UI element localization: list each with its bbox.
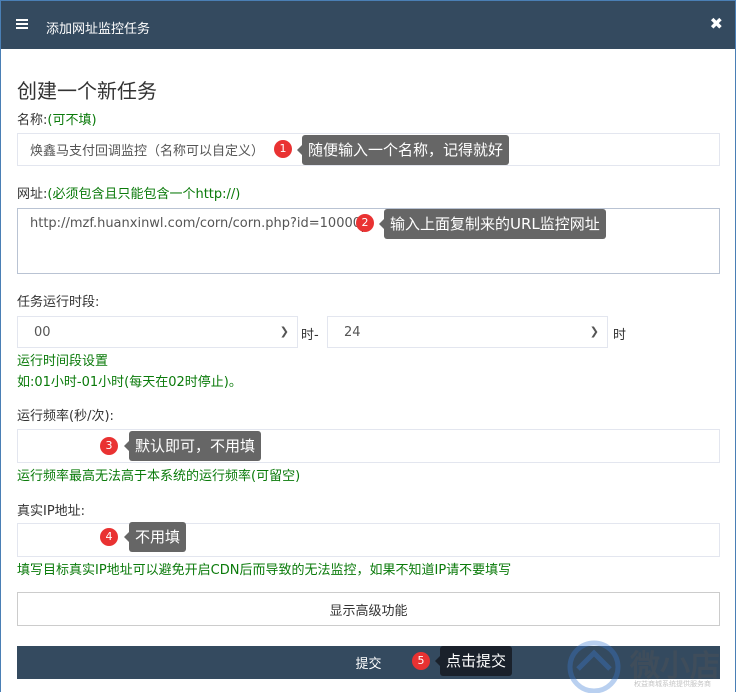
freq-label: 运行频率(秒/次): (17, 409, 114, 424)
start-hour-select[interactable]: 00 ❯ (17, 316, 298, 348)
list-icon (16, 19, 28, 29)
chevron-down-icon: ❯ (589, 325, 599, 338)
url-label: 网址:(必须包含且只能包含一个http://) (17, 183, 240, 202)
annotation-tip: 不用填 (123, 522, 187, 552)
url-hint: (必须包含且只能包含一个http://) (47, 187, 241, 202)
house-icon (567, 640, 621, 694)
start-hour-value: 00 (34, 324, 51, 340)
url-value: http://mzf.huanxinwl.com/corn/corn.php?i… (30, 216, 362, 231)
annotation-badge: 2 (356, 214, 374, 232)
close-icon[interactable]: ✖ (710, 14, 723, 33)
end-hour-value: 24 (344, 324, 361, 340)
url-label-text: 网址: (17, 187, 48, 202)
annotation-tip: 点击提交 (434, 646, 513, 676)
end-hour-select[interactable]: 24 ❯ (327, 316, 608, 348)
ip-input[interactable] (17, 523, 720, 557)
watermark-tagline: 权益商城系统提供服务商 (634, 680, 711, 688)
annotation-badge: 3 (100, 437, 118, 455)
chevron-down-icon: ❯ (279, 325, 289, 338)
annotation-tip: 默认即可，不用填 (123, 431, 262, 461)
hour-suffix: 时 (613, 328, 627, 343)
name-hint: (可不填) (47, 113, 97, 128)
watermark-logo: 微小店 权益商城系统提供服务商 (564, 637, 720, 697)
ip-label: 真实IP地址: (17, 504, 86, 519)
annotation-badge: 1 (274, 140, 292, 158)
period-example: 如:01小时-01小时(每天在02时停止)。 (17, 375, 242, 390)
freq-help: 运行频率最高无法高于本系统的运行频率(可留空) (17, 469, 301, 484)
dialog-title: 添加网址监控任务 (46, 22, 151, 37)
annotation-tip: 输入上面复制来的URL监控网址 (379, 209, 606, 239)
page-title: 创建一个新任务 (17, 79, 157, 103)
annotation-badge: 4 (100, 528, 118, 546)
ip-help: 填写目标真实IP地址可以避免开启CDN后而导致的无法监控，如果不知道IP请不要填… (17, 563, 512, 578)
name-value: 焕鑫马支付回调监控（名称可以自定义） (30, 144, 265, 159)
dialog-header: 添加网址监控任务 ✖ (1, 1, 735, 49)
name-label-text: 名称: (17, 113, 48, 128)
hour-separator: 时- (301, 328, 319, 343)
annotation-badge: 5 (412, 652, 430, 670)
dialog-window: 添加网址监控任务 ✖ 创建一个新任务 名称:(可不填) 焕鑫马支付回调监控（名称… (0, 0, 736, 694)
period-label: 任务运行时段: (17, 295, 100, 310)
name-label: 名称:(可不填) (17, 109, 97, 128)
show-advanced-button[interactable]: 显示高级功能 (17, 592, 720, 626)
annotation-tip: 随便输入一个名称，记得就好 (296, 135, 510, 165)
period-help: 运行时间段设置 (17, 354, 109, 369)
freq-input[interactable] (17, 429, 720, 463)
